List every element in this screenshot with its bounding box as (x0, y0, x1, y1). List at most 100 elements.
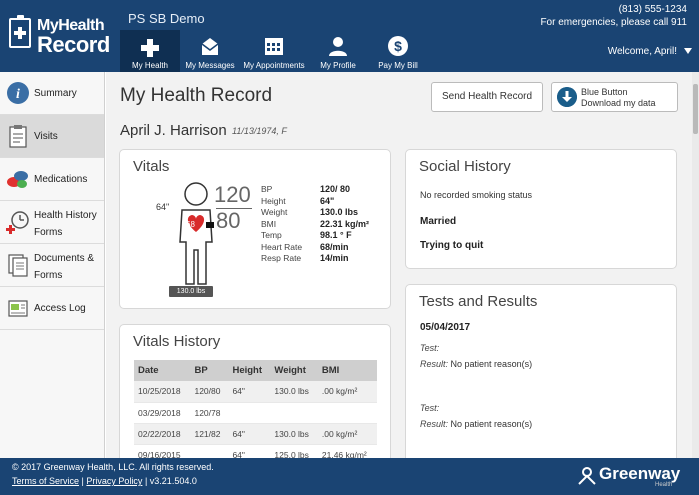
myhealth-record-logo[interactable]: MyHealth Record (6, 14, 110, 57)
tests-results-title: Tests and Results (419, 293, 538, 310)
app-footer: © 2017 Greenway Health, LLC. All rights … (0, 458, 699, 495)
vitals-history-table: Date BP Height Weight BMI 10/25/2018 120… (134, 360, 377, 458)
sidebar: i Summary Visits Medications Health Hist… (0, 72, 105, 458)
table-row: 10/25/2018 120/80 64" 130.0 lbs .00 kg/m… (134, 381, 377, 403)
nav-label: My Messages (185, 61, 235, 70)
copyright: © 2017 Greenway Health, LLC. All rights … (12, 462, 214, 472)
smoking-status: No recorded smoking status (420, 190, 533, 200)
sidebar-item-health-history-forms[interactable]: Health History Forms (0, 201, 104, 244)
sidebar-item-medications[interactable]: Medications (0, 158, 104, 201)
vital-value: 64" (320, 195, 335, 206)
column-header[interactable]: Height (228, 360, 271, 381)
test-date: 05/04/2017 (420, 322, 471, 333)
table-cell: 64" (228, 381, 271, 403)
column-header[interactable]: Weight (270, 360, 318, 381)
plus-icon (141, 39, 159, 57)
height-label: 64" (156, 202, 170, 212)
table-cell (270, 402, 318, 424)
page-scrollbar[interactable] (692, 72, 699, 458)
svg-text:$: $ (394, 38, 402, 54)
nav-my-messages[interactable]: My Messages (180, 30, 240, 72)
table-row: 02/22/2018 121/82 64" 130.0 lbs .00 kg/m… (134, 423, 377, 445)
dollar-icon: $ (388, 36, 408, 56)
table-cell: 21.46 kg/m² (317, 444, 377, 458)
vitals-history-card: Vitals History Date BP Height Weight BMI… (119, 324, 391, 458)
health-history-icon (6, 211, 29, 234)
vital-row: Resp Rate 14/min (261, 253, 389, 265)
vital-row: Weight 130.0 lbs (261, 207, 389, 219)
app-header: MyHealth Record PS SB Demo (813) 555-123… (0, 0, 699, 72)
table-cell: 02/22/2018 (134, 423, 191, 445)
nav-my-profile[interactable]: My Profile (308, 30, 368, 72)
access-log-icon (8, 300, 28, 317)
table-cell: 130.0 lbs (270, 423, 318, 445)
person-icon (329, 37, 347, 56)
tests-results-card: Tests and Results 05/04/2017 Test: Resul… (405, 284, 677, 458)
table-cell: 125.0 lbs (270, 444, 318, 458)
vital-label: Weight (261, 207, 288, 217)
nav-pay-my-bill[interactable]: $ Pay My Bill (368, 30, 428, 72)
terms-of-service-link[interactable]: Terms of Service (12, 476, 79, 486)
greenway-logo-icon (578, 467, 596, 485)
emergency-notice: For emergencies, please call 911 (540, 17, 687, 28)
table-cell: .00 kg/m² (317, 423, 377, 445)
nav-label: My Health (131, 61, 168, 70)
column-header[interactable]: BMI (317, 360, 377, 381)
greenway-logo-text: Greenway (599, 464, 681, 483)
sidebar-item-visits[interactable]: Visits (0, 115, 104, 158)
column-header[interactable]: Date (134, 360, 191, 381)
test-label: Test: (420, 343, 440, 353)
vital-value: 120/ 80 (320, 184, 351, 194)
sidebar-item-summary[interactable]: i Summary (0, 72, 104, 115)
social-history-card: Social History No recorded smoking statu… (405, 149, 677, 269)
vital-value: 14/min (320, 253, 349, 263)
heart-rate-badge: 68 (186, 220, 195, 229)
nav-my-health[interactable]: My Health (120, 30, 180, 72)
vital-value: 98.1 ° F (320, 230, 352, 240)
result-row: Result: No patient reason(s) (420, 359, 532, 369)
svg-text:i: i (16, 87, 20, 102)
social-history-title: Social History (419, 158, 511, 175)
bp-systolic-large: 120 (214, 182, 251, 207)
result-label: Result: (420, 359, 449, 369)
blue-button-sublabel: Download my data (581, 98, 656, 108)
sidebar-item-documents-forms[interactable]: Documents & Forms (0, 244, 104, 287)
nav-my-appointments[interactable]: My Appointments (240, 30, 308, 72)
vital-value: 22.31 kg/m² (320, 218, 370, 229)
scroll-thumb[interactable] (693, 84, 698, 134)
greenway-logo-sub: Health (655, 482, 673, 488)
clipboard-icon (9, 125, 27, 148)
vital-label: Temp (261, 230, 282, 240)
footer-links: Terms of Service | Privacy Policy | v3.2… (12, 476, 197, 486)
column-header[interactable]: BP (190, 360, 229, 381)
table-cell: 10/25/2018 (134, 381, 191, 403)
mail-icon (201, 38, 219, 55)
welcome-user-menu[interactable]: Welcome, April! (608, 46, 677, 57)
table-row: 03/29/2018 120/78 (134, 402, 377, 424)
download-icon (557, 87, 577, 107)
chevron-down-icon[interactable] (684, 48, 692, 54)
nav-label: My Profile (320, 61, 356, 70)
table-header-row: Date BP Height Weight BMI (134, 360, 377, 381)
blue-button-download[interactable]: Blue Button Download my data (551, 82, 678, 112)
table-cell: 64" (228, 444, 271, 458)
vital-row: Heart Rate 68/min (261, 242, 389, 254)
privacy-policy-link[interactable]: Privacy Policy (86, 476, 142, 486)
logo-text-line2: Record (37, 32, 110, 57)
marital-status: Married (420, 216, 457, 227)
send-health-record-button[interactable]: Send Health Record (431, 82, 543, 112)
table-cell (317, 402, 377, 424)
vitals-stats: BP 120/ 80 Height 64" Weight 130.0 lbs BMI 2… (261, 184, 389, 265)
vitals-title: Vitals (133, 158, 170, 175)
nav-label: Pay My Bill (378, 61, 418, 70)
table-cell: 03/29/2018 (134, 402, 191, 424)
sidebar-item-access-log[interactable]: Access Log (0, 287, 104, 330)
table-cell (228, 402, 271, 424)
table-row: 09/16/2015 64" 125.0 lbs 21.46 kg/m² (134, 444, 377, 458)
sidebar-item-label: Access Log (34, 303, 86, 314)
info-icon: i (7, 82, 29, 104)
footer-separator: | (81, 476, 84, 486)
test-label-row: Test: (420, 403, 439, 413)
result-label: Result: (420, 419, 449, 429)
sidebar-item-label: Documents & Forms (34, 253, 95, 281)
